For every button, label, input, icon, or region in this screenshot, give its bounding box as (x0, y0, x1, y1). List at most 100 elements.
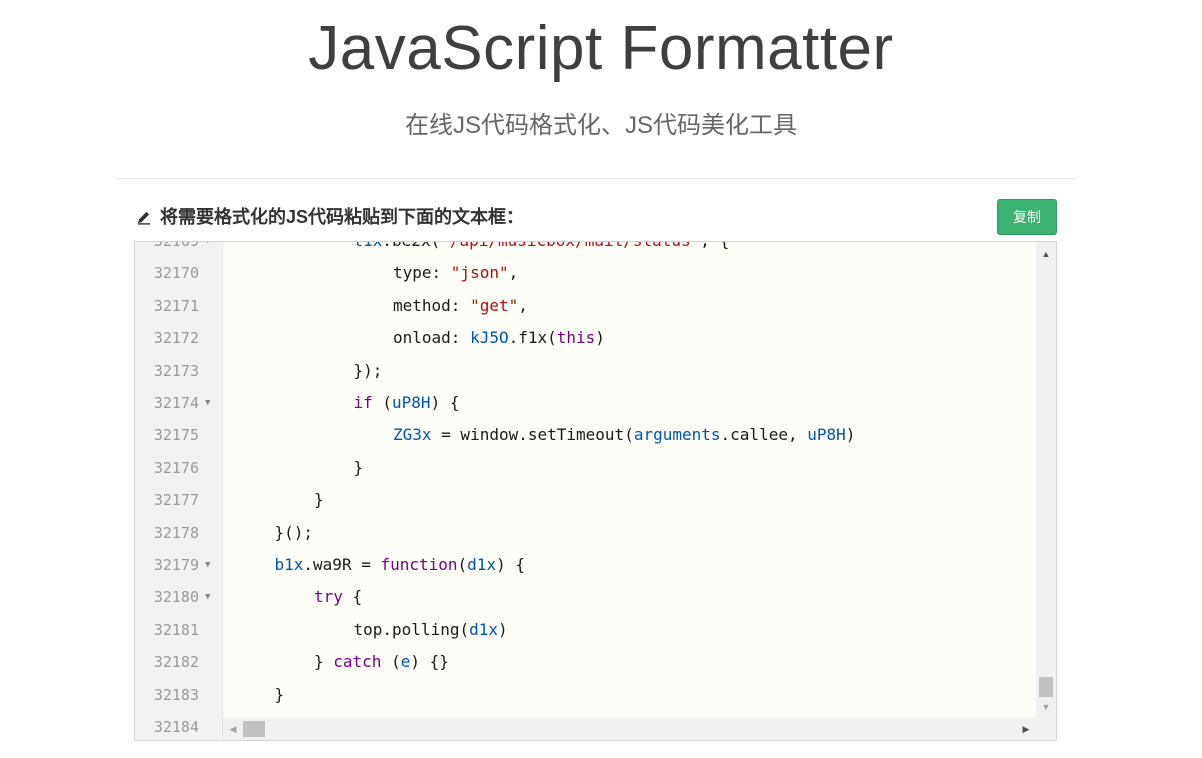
code-token: "/api/musicbox/mail/status" (440, 242, 700, 250)
code-token: t1x (354, 242, 383, 250)
code-token: top.polling( (353, 619, 470, 639)
line-number: 32181 (153, 620, 199, 639)
code-line[interactable]: 32177} (135, 484, 1056, 516)
scrollbar-corner (1036, 718, 1056, 740)
code-token: if (353, 393, 373, 412)
code-token: ZG3x (393, 425, 432, 445)
fold-arrow-icon[interactable]: ▼ (205, 581, 210, 613)
code-line[interactable]: 32176} (135, 452, 1056, 484)
code-text: if (uP8H) { (354, 387, 460, 419)
code-token: try (314, 587, 343, 607)
code-line[interactable]: 32175 ZG3x = window.setTimeout(arguments.… (135, 419, 1056, 451)
code-token: } (274, 684, 285, 704)
code-token: "get" (470, 295, 519, 315)
code-text: } (314, 484, 324, 516)
code-token: ) (595, 328, 605, 348)
horizontal-scrollbar[interactable]: ◀ ▶ (223, 718, 1036, 740)
code-token: , (508, 263, 519, 283)
code-line[interactable]: 32174 ▼ if (uP8H) { (135, 387, 1056, 419)
code-token: } (314, 652, 334, 672)
fold-arrow-icon[interactable]: ▼ (205, 549, 210, 581)
code-token: .be2x( (382, 242, 440, 250)
scroll-up-icon[interactable]: ▲ (1036, 244, 1056, 264)
code-line[interactable]: 32169 ▼ t1x.be2x("/api/musicbox/mail/statu… (135, 241, 1056, 257)
code-token: , (518, 295, 528, 315)
code-token: kJ5O (470, 328, 509, 348)
code-line[interactable]: 32178}(); (135, 517, 1056, 549)
line-number: 32170 (153, 264, 199, 283)
header-divider (116, 178, 1076, 179)
code-token: { (342, 587, 363, 607)
code-token: } (353, 457, 364, 477)
code-line[interactable]: 32173}); (135, 355, 1056, 387)
code-line[interactable]: 32183} (135, 679, 1056, 711)
code-token: b1x (274, 555, 304, 574)
horizontal-scroll-thumb[interactable] (243, 721, 265, 737)
code-token: ( (457, 555, 468, 574)
code-token: uP8H (807, 425, 846, 445)
scroll-down-icon[interactable]: ▼ (1036, 697, 1056, 717)
code-token: .wa9R = (303, 555, 381, 574)
code-text: type: "json", (393, 257, 518, 289)
code-token: "json" (450, 263, 509, 283)
code-token: ) { (430, 393, 460, 412)
code-token: } (314, 490, 324, 510)
code-line[interactable]: 32170 type: "json", (135, 257, 1056, 289)
code-token: catch (333, 652, 382, 672)
line-number: 32184 (153, 718, 199, 736)
line-number: 32176 (153, 458, 199, 477)
code-token: method: (393, 295, 471, 315)
code-line[interactable]: 32171 method: "get", (135, 290, 1056, 322)
scroll-right-icon[interactable]: ▶ (1016, 718, 1036, 740)
code-token: = window.setTimeout( (431, 425, 634, 445)
line-number: 32177 (153, 491, 199, 510)
line-number: 32175 (153, 426, 199, 445)
vertical-scroll-thumb[interactable] (1039, 677, 1053, 697)
code-text: method: "get", (393, 290, 528, 322)
code-text: try { (314, 581, 362, 613)
line-number: 32172 (153, 329, 199, 348)
code-token: ( (381, 652, 401, 672)
code-token: ( (372, 393, 393, 412)
code-token: this (556, 328, 596, 348)
code-token: e (400, 652, 411, 672)
code-token: .callee, (720, 425, 808, 445)
code-token: ) (845, 425, 856, 445)
code-token: d1x (469, 619, 498, 639)
code-token: arguments (633, 425, 721, 445)
line-number: 32183 (153, 685, 199, 704)
code-token: onload: (393, 328, 471, 348)
code-text: }(); (275, 517, 314, 549)
code-text: top.polling(d1x) (354, 614, 508, 646)
code-line[interactable]: 32181 top.polling(d1x) (135, 614, 1056, 646)
page-title: JavaScript Formatter (308, 14, 894, 83)
line-number: 32180 (153, 588, 199, 607)
line-number: 32173 (153, 361, 199, 380)
fold-arrow-icon[interactable]: ▼ (205, 387, 210, 419)
code-line[interactable]: 32172 onload: kJ5O.f1x(this) (135, 322, 1056, 354)
code-token: type: (393, 263, 451, 283)
code-text: onload: kJ5O.f1x(this) (393, 322, 605, 354)
code-text: ZG3x = window.setTimeout(arguments.calle… (393, 419, 855, 451)
instruction-text: 将需要格式化的JS代码粘贴到下面的文本框： (160, 207, 525, 227)
line-number: 32182 (153, 653, 199, 672)
vertical-scrollbar[interactable]: ▲ ▼ (1036, 242, 1056, 719)
line-number: 32179 (153, 556, 199, 574)
line-number: 32169 (153, 241, 199, 250)
pencil-icon (136, 209, 152, 225)
copy-button[interactable]: 复制 (997, 199, 1057, 235)
scroll-left-icon[interactable]: ◀ (223, 718, 243, 740)
code-text: b1x.wa9R = function(d1x) { (275, 549, 525, 581)
code-text: } catch (e) {} (314, 646, 449, 678)
code-token: ) {} (410, 652, 449, 672)
instruction-label: 将需要格式化的JS代码粘贴到下面的文本框： (136, 204, 524, 230)
code-token: , { (700, 242, 729, 250)
code-token: }); (353, 360, 383, 380)
code-text: } (354, 452, 364, 484)
fold-arrow-icon[interactable]: ▼ (205, 242, 210, 257)
code-line[interactable]: 32180 ▼ try { (135, 581, 1056, 613)
code-line[interactable]: 32182} catch (e) {} (135, 646, 1056, 678)
code-token: function (380, 555, 458, 574)
code-editor[interactable]: 32169 ▼ t1x.be2x("/api/musicbox/mail/statu… (134, 241, 1057, 741)
code-line[interactable]: 32179 ▼ b1x.wa9R = function(d1x) { (135, 549, 1056, 581)
